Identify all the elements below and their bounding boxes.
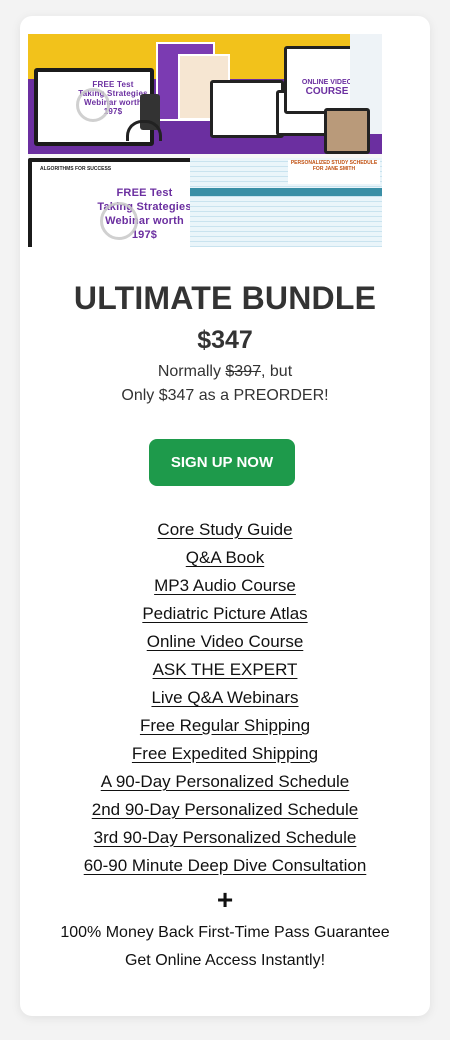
bundle-product-image: FREE Test Taking Strategies Webinar wort… [28,34,382,247]
bundle-price: $347 [197,326,253,354]
feature-link[interactable]: Online Video Course [147,632,304,651]
feature-item[interactable]: 3rd 90-Day Personalized Schedule [20,826,430,854]
feature-link[interactable]: MP3 Audio Course [154,576,296,595]
feature-link[interactable]: ASK THE EXPERT [153,660,298,679]
plus-sign: + [216,884,234,915]
feature-link[interactable]: A 90-Day Personalized Schedule [101,772,350,791]
guarantee-text: 100% Money Back First-Time Pass Guarante… [60,924,390,941]
feature-link[interactable]: Live Q&A Webinars [151,688,298,707]
feature-link[interactable]: Core Study Guide [157,520,292,539]
feature-link[interactable]: Free Expedited Shipping [132,744,318,763]
schedule-heading: PERSONALIZED STUDY SCHEDULE FOR JANE SMI… [288,160,380,184]
feature-link[interactable]: Free Regular Shipping [140,716,310,735]
schedule-header-bar [190,188,382,196]
feature-item[interactable]: Free Regular Shipping [20,714,430,742]
feature-item[interactable]: ASK THE EXPERT [20,658,430,686]
feature-item[interactable]: Pediatric Picture Atlas [20,602,430,630]
feature-item[interactable]: Core Study Guide [20,518,430,546]
online-access-text: Get Online Access Instantly! [124,952,326,969]
bundle-title: ULTIMATE BUNDLE [73,280,377,316]
feature-link[interactable]: 2nd 90-Day Personalized Schedule [92,800,359,819]
headphones-icon [126,120,162,141]
feature-item[interactable]: MP3 Audio Course [20,574,430,602]
feature-item[interactable]: 60-90 Minute Deep Dive Consultation [20,854,430,882]
algorithms-label: ALGORITHMS FOR SUCCESS [40,166,112,172]
normally-prefix: Normally [157,363,226,380]
play-icon-large [100,202,138,240]
play-icon [76,88,110,122]
feature-link[interactable]: 60-90 Minute Deep Dive Consultation [84,856,367,875]
feature-link[interactable]: 3rd 90-Day Personalized Schedule [94,828,357,847]
normally-suffix: , but [261,363,293,380]
tablet-device-image [324,108,370,154]
feature-item[interactable]: Free Expedited Shipping [20,742,430,770]
preorder-line: Only $347 as a PREORDER! [121,387,329,404]
feature-item[interactable]: Online Video Course [20,630,430,658]
feature-item[interactable]: 2nd 90-Day Personalized Schedule [20,798,430,826]
feature-list: Core Study Guide Q&A Book MP3 Audio Cour… [20,518,430,882]
laptop-device-image [210,80,284,138]
feature-item[interactable]: Live Q&A Webinars [20,686,430,714]
feature-link[interactable]: Q&A Book [186,548,264,567]
study-schedule-sheet: PERSONALIZED STUDY SCHEDULE FOR JANE SMI… [190,158,382,247]
feature-item[interactable]: A 90-Day Personalized Schedule [20,770,430,798]
old-price: $397 [225,363,261,380]
feature-link[interactable]: Pediatric Picture Atlas [142,604,307,623]
sign-up-now-button[interactable]: SIGN UP NOW [149,439,295,486]
feature-item[interactable]: Q&A Book [20,546,430,574]
normally-price-line: Normally $397, but [20,363,430,381]
